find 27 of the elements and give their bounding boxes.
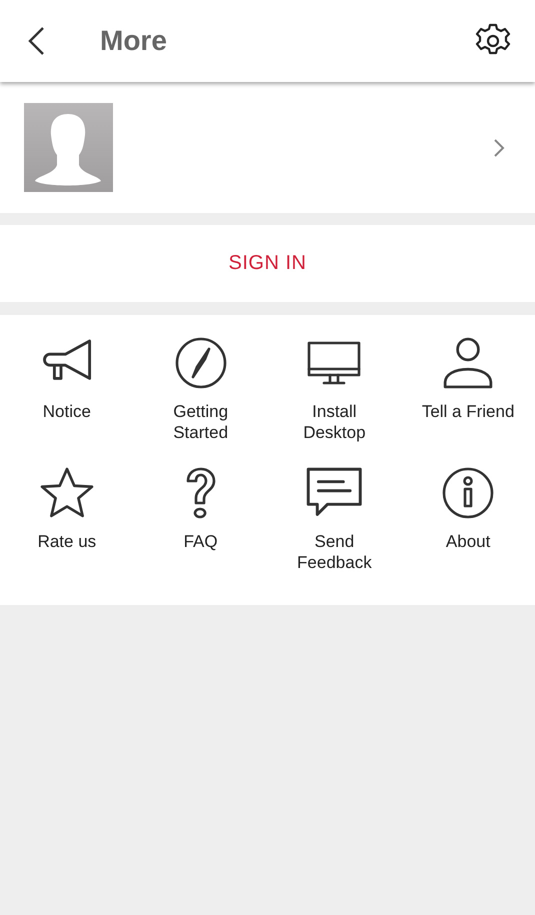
menu-tile[interactable]: Tell a Friend [401, 335, 535, 461]
monitor-icon [307, 341, 362, 385]
menu-label: Rate us [38, 531, 96, 552]
menu-label: Install Desktop [303, 401, 366, 443]
menu-label: About [446, 531, 490, 552]
menu-tile[interactable]: Notice [0, 335, 134, 461]
menu-label: Tell a Friend [422, 401, 514, 422]
menu-label: Notice [42, 401, 91, 422]
menu-tile[interactable]: FAQ [134, 465, 268, 591]
menu-tile[interactable]: Install Desktop [268, 335, 402, 461]
menu-tile[interactable]: Send Feedback [268, 465, 402, 591]
menu-label: Send Feedback [297, 531, 372, 573]
question-icon [184, 467, 217, 519]
person-icon [442, 337, 494, 389]
info-icon [442, 467, 494, 519]
avatar-icon[interactable] [24, 103, 113, 192]
menu-label: FAQ [184, 531, 218, 552]
compass-icon [174, 337, 227, 389]
chat-bubble-icon [306, 467, 363, 519]
page-title: More [100, 25, 168, 57]
back-button[interactable] [26, 26, 46, 56]
chevron-right-icon[interactable] [493, 138, 505, 158]
menu-tile[interactable]: Rate us [0, 465, 134, 591]
menu-tile[interactable]: About [401, 465, 535, 591]
menu-label: Getting Started [173, 401, 228, 443]
star-icon [40, 467, 93, 519]
menu-tile[interactable]: Getting Started [134, 335, 268, 461]
